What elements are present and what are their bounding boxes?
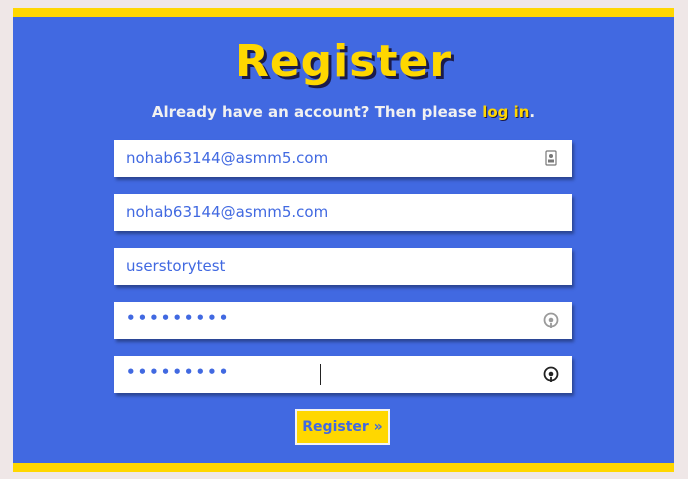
email-confirm-value: nohab63144@asmm5.com — [126, 203, 329, 221]
register-button[interactable]: Register » — [295, 409, 390, 445]
text-cursor — [320, 364, 321, 385]
password-confirm-value: ••••••••• — [126, 363, 231, 381]
email-confirm-field[interactable]: nohab63144@asmm5.com — [114, 194, 572, 231]
login-prompt-text: Already have an account? Then please — [151, 103, 483, 121]
password-value: ••••••••• — [126, 309, 231, 327]
login-link[interactable]: log in — [482, 103, 529, 121]
contact-card-icon[interactable] — [542, 149, 560, 167]
register-card: Register Already have an account? Then p… — [13, 8, 674, 472]
username-field[interactable]: userstorytest — [114, 248, 572, 285]
password-confirm-field[interactable]: ••••••••• — [114, 356, 572, 393]
bottom-accent-bar — [13, 463, 674, 472]
username-value: userstorytest — [126, 257, 226, 275]
reveal-password-icon[interactable] — [542, 311, 560, 329]
top-accent-bar — [13, 8, 674, 17]
login-prompt-suffix: . — [529, 103, 536, 121]
email-value: nohab63144@asmm5.com — [126, 149, 329, 167]
email-field[interactable]: nohab63144@asmm5.com — [114, 140, 572, 177]
reveal-password-icon[interactable] — [542, 365, 560, 383]
login-prompt: Already have an account? Then please log… — [13, 103, 674, 121]
password-field[interactable]: ••••••••• — [114, 302, 572, 339]
page-title: Register — [234, 36, 453, 87]
